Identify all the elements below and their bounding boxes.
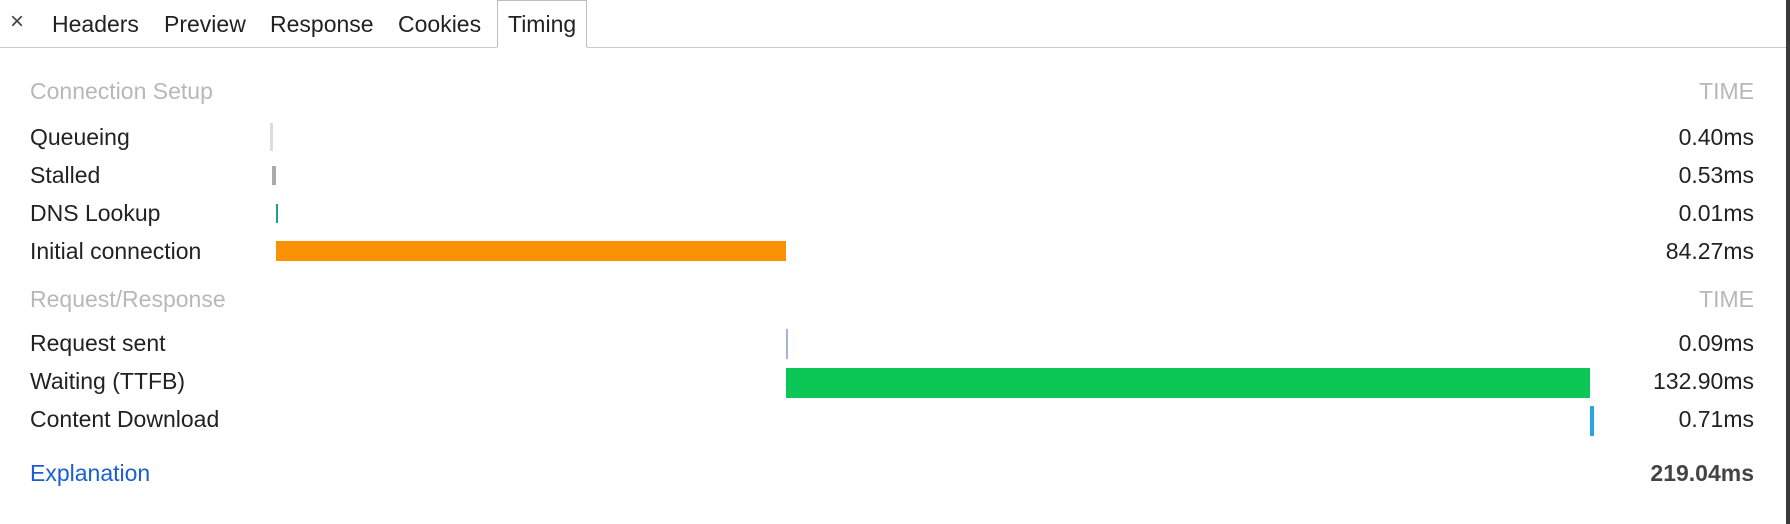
- explanation-link[interactable]: Explanation: [30, 460, 150, 487]
- tab-cookies[interactable]: Cookies: [398, 0, 481, 48]
- queueing-time: 0.40ms: [1678, 124, 1754, 150]
- request-sent-time: 0.09ms: [1678, 330, 1754, 356]
- connection-setup-time-header: TIME: [1699, 78, 1754, 104]
- request-sent-label: Request sent: [30, 330, 166, 356]
- content-download-label: Content Download: [30, 406, 220, 432]
- connection-setup-title: Connection Setup: [30, 78, 213, 104]
- request-sent-bar: [786, 329, 788, 359]
- waiting-ttfb-label: Waiting (TTFB): [30, 368, 186, 394]
- tab-timing[interactable]: Timing: [497, 0, 588, 48]
- tab-bar: × Headers Preview Response Cookies Timin…: [0, 0, 1786, 48]
- queueing-bar: [270, 123, 273, 151]
- dns-lookup-bar: [276, 204, 278, 223]
- tab-response[interactable]: Response: [270, 0, 374, 48]
- timing-panel: Connection Setup TIME Queueing 0.40ms St…: [0, 48, 1786, 524]
- request-response-title: Request/Response: [30, 286, 226, 312]
- waiting-ttfb-time: 132.90ms: [1652, 368, 1754, 394]
- close-icon[interactable]: ×: [10, 8, 24, 36]
- stalled-label: Stalled: [30, 162, 101, 188]
- dns-lookup-label: DNS Lookup: [30, 200, 161, 226]
- content-download-time: 0.71ms: [1678, 406, 1754, 432]
- initial-connection-time: 84.27ms: [1665, 238, 1754, 264]
- stalled-time: 0.53ms: [1678, 162, 1754, 188]
- queueing-label: Queueing: [30, 124, 130, 150]
- initial-connection-bar: [276, 241, 786, 261]
- request-response-time-header: TIME: [1699, 286, 1754, 312]
- stalled-bar: [272, 166, 276, 185]
- window-edge: [1786, 0, 1790, 524]
- tab-preview[interactable]: Preview: [164, 0, 246, 48]
- initial-connection-label: Initial connection: [30, 238, 202, 264]
- total-time: 219.04ms: [1650, 460, 1754, 486]
- waiting-ttfb-bar: [786, 368, 1590, 398]
- tab-headers[interactable]: Headers: [52, 0, 139, 48]
- content-download-bar: [1590, 406, 1594, 436]
- dns-lookup-time: 0.01ms: [1678, 200, 1754, 226]
